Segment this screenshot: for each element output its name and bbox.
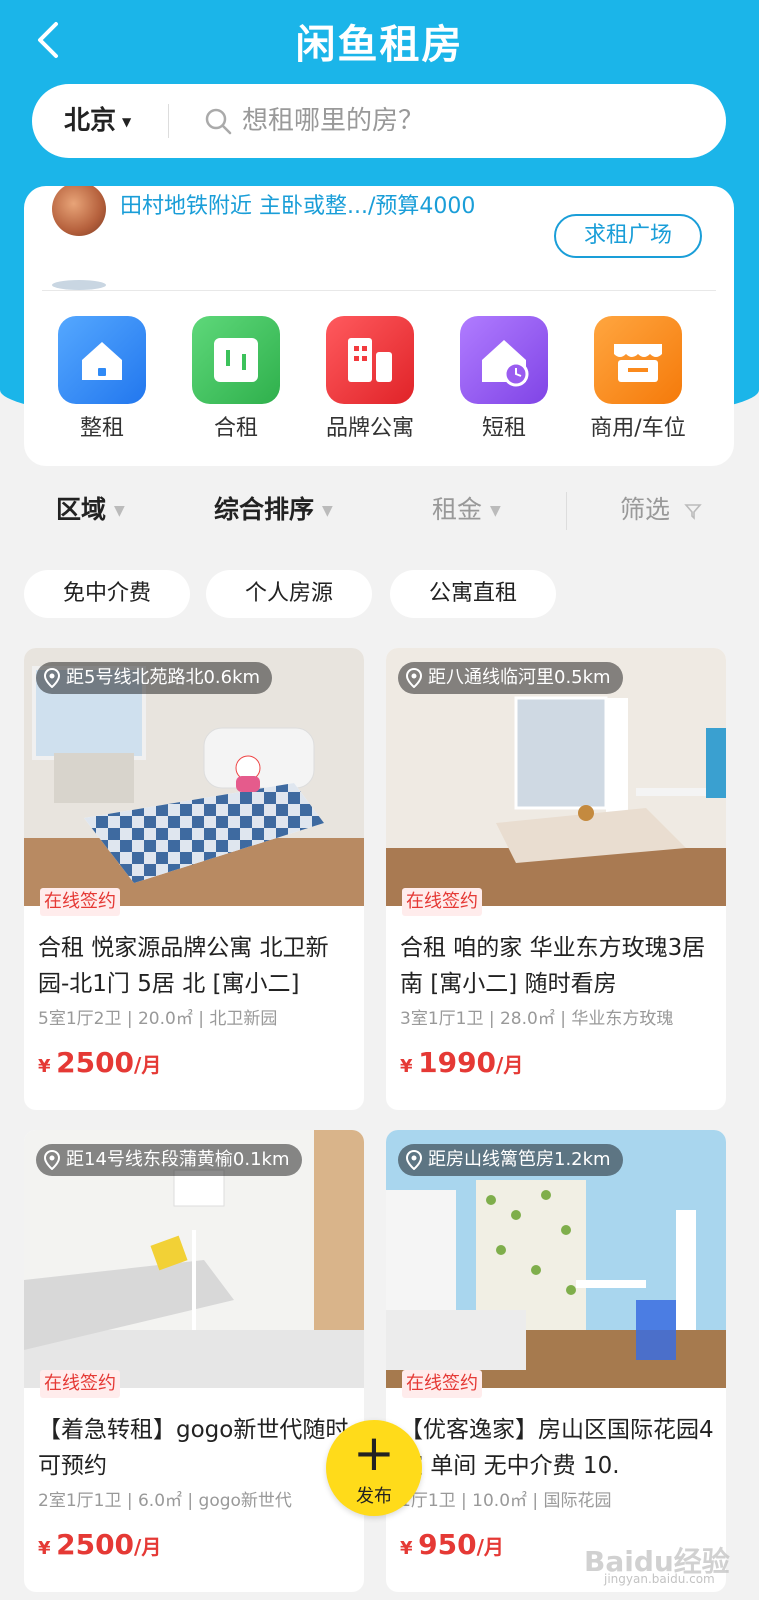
avatar-next — [52, 280, 106, 290]
filter-label: 区域 — [56, 495, 107, 524]
listing-photo: 距八通线临河里0.5km — [386, 648, 726, 906]
online-sign-badge: 在线签约 — [402, 1370, 482, 1398]
listing-card[interactable]: 距八通线临河里0.5km 在线签约 合租 咱的家 华业东方玫瑰3居 南 [寓小二… — [386, 648, 726, 1110]
listing-meta: 1厅1卫 | 10.0㎡ | 国际花园 — [400, 1491, 612, 1511]
online-sign-badge: 在线签约 — [40, 1370, 120, 1398]
filter-more[interactable]: 筛选 — [620, 480, 702, 540]
chevron-down-icon: ▼ — [114, 503, 125, 519]
currency: ¥ — [38, 1538, 51, 1559]
rent-request-square-button[interactable]: 求租广场 — [554, 214, 702, 258]
category-commercial-parking[interactable]: 商用/车位 — [578, 316, 698, 442]
category-shared-rent[interactable]: 合租 — [176, 316, 296, 442]
location-pin-icon — [406, 1150, 422, 1170]
listing-meta: 2室1厅1卫 | 6.0㎡ | gogo新世代 — [38, 1491, 292, 1511]
category-label: 品牌公寓 — [325, 416, 414, 441]
chevron-down-icon: ▼ — [490, 503, 501, 519]
listing-card[interactable]: 距5号线北苑路北0.6km 在线签约 合租 悦家源品牌公寓 北卫新园-北1门 5… — [24, 648, 364, 1110]
listing-photo: 距5号线北苑路北0.6km — [24, 648, 364, 906]
search-divider — [168, 104, 169, 138]
currency: ¥ — [400, 1056, 413, 1077]
category-label: 短租 — [481, 416, 526, 441]
filter-area[interactable]: 区域 ▼ — [56, 480, 125, 540]
listing-card[interactable]: 距14号线东段蒲黄榆0.1km 在线签约 【着急转租】gogo新世代随时可预约 … — [24, 1130, 364, 1592]
filter-label: 租金 — [432, 495, 483, 524]
distance-text: 距5号线北苑路北0.6km — [66, 667, 261, 688]
category-whole-rent[interactable]: 整租 — [42, 316, 162, 442]
currency: ¥ — [400, 1538, 413, 1559]
publish-button[interactable]: + 发布 — [326, 1420, 422, 1516]
category-short-rent[interactable]: 短租 — [444, 316, 564, 442]
shared-room-icon — [192, 316, 280, 404]
city-label: 北京 — [64, 106, 117, 136]
location-pin-icon — [44, 668, 60, 688]
listing-title: 合租 悦家源品牌公寓 北卫新园-北1门 5居 北 [寓小二] — [38, 935, 329, 997]
publish-label: 发布 — [356, 1486, 392, 1507]
search-bar[interactable]: 北京 ▼ 想租哪里的房？ — [32, 84, 726, 158]
search-input[interactable]: 想租哪里的房？ — [242, 84, 424, 158]
price-unit: /月 — [134, 1053, 162, 1077]
distance-text: 距八通线临河里0.5km — [428, 667, 611, 688]
filter-sort[interactable]: 综合排序 ▼ — [214, 480, 333, 540]
listing-price: ¥ 950/月 — [400, 1528, 504, 1561]
filter-rent[interactable]: 租金 ▼ — [432, 480, 501, 540]
tag-personal-listing[interactable]: 个人房源 — [206, 570, 372, 618]
listing-title: 【优客逸家】房山区国际花园4室 单间 无中介费 10. — [400, 1417, 714, 1479]
listing-title: 合租 咱的家 华业东方玫瑰3居 南 [寓小二] 随时看房 — [400, 935, 706, 997]
tag-apartment-direct[interactable]: 公寓直租 — [390, 570, 556, 618]
shop-icon — [594, 316, 682, 404]
search-icon — [205, 108, 232, 135]
divider — [42, 290, 716, 291]
house-clock-icon — [460, 316, 548, 404]
filter-label: 筛选 — [620, 495, 671, 524]
online-sign-badge: 在线签约 — [402, 888, 482, 916]
filter-divider — [566, 492, 567, 530]
category-label: 商用/车位 — [590, 416, 686, 441]
distance-text: 距14号线东段蒲黄榆0.1km — [66, 1149, 290, 1170]
listing-card[interactable]: 距房山线篱笆房1.2km 在线签约 【优客逸家】房山区国际花园4室 单间 无中介… — [386, 1130, 726, 1592]
distance-badge: 距5号线北苑路北0.6km — [36, 662, 273, 694]
distance-badge: 距八通线临河里0.5km — [398, 662, 623, 694]
listing-price: ¥ 2500/月 — [38, 1046, 161, 1079]
listing-photo: 距房山线篱笆房1.2km — [386, 1130, 726, 1388]
distance-badge: 距14号线东段蒲黄榆0.1km — [36, 1144, 302, 1176]
category-label: 合租 — [213, 416, 258, 441]
category-label: 整租 — [79, 416, 124, 441]
price-value: 2500 — [56, 1046, 135, 1079]
app-logo: 闲鱼租房 — [295, 22, 464, 68]
listing-price: ¥ 2500/月 — [38, 1528, 161, 1561]
distance-text: 距房山线篱笆房1.2km — [428, 1149, 611, 1170]
location-pin-icon — [406, 668, 422, 688]
chevron-down-icon: ▼ — [322, 503, 333, 519]
filter-bar: 区域 ▼ 综合排序 ▼ 租金 ▼ 筛选 — [0, 480, 759, 540]
listing-photo: 距14号线东段蒲黄榆0.1km — [24, 1130, 364, 1388]
price-unit: /月 — [476, 1535, 504, 1559]
location-pin-icon — [44, 1150, 60, 1170]
house-icon — [58, 316, 146, 404]
listing-price: ¥ 1990/月 — [400, 1046, 523, 1079]
online-sign-badge: 在线签约 — [40, 888, 120, 916]
plus-icon: + — [353, 1424, 395, 1482]
listing-meta: 5室1厅2卫 | 20.0㎡ | 北卫新园 — [38, 1009, 278, 1029]
price-value: 1990 — [418, 1046, 497, 1079]
quick-entry-card: 田村地铁附近 主卧或整.../预算4000 求租广场 整租 合租 品牌公寓 短租… — [24, 186, 734, 466]
listing-meta: 3室1厅1卫 | 28.0㎡ | 华业东方玫瑰 — [400, 1009, 674, 1029]
caret-down-icon: ▼ — [122, 114, 132, 129]
price-value: 950 — [418, 1528, 477, 1561]
building-icon — [326, 316, 414, 404]
currency: ¥ — [38, 1056, 51, 1077]
distance-badge: 距房山线篱笆房1.2km — [398, 1144, 623, 1176]
watermark-url: jingyan.baidu.com — [604, 1572, 715, 1586]
funnel-icon — [684, 504, 702, 520]
filter-label: 综合排序 — [214, 495, 315, 524]
rent-request-text[interactable]: 田村地铁附近 主卧或整.../预算4000 — [120, 188, 475, 220]
price-value: 2500 — [56, 1528, 135, 1561]
price-unit: /月 — [496, 1053, 524, 1077]
tag-no-agent-fee[interactable]: 免中介费 — [24, 570, 190, 618]
city-selector[interactable]: 北京 ▼ — [64, 84, 131, 158]
category-brand-apartment[interactable]: 品牌公寓 — [310, 316, 430, 442]
avatar — [52, 186, 106, 236]
price-unit: /月 — [134, 1535, 162, 1559]
listing-title: 【着急转租】gogo新世代随时可预约 — [38, 1417, 349, 1479]
